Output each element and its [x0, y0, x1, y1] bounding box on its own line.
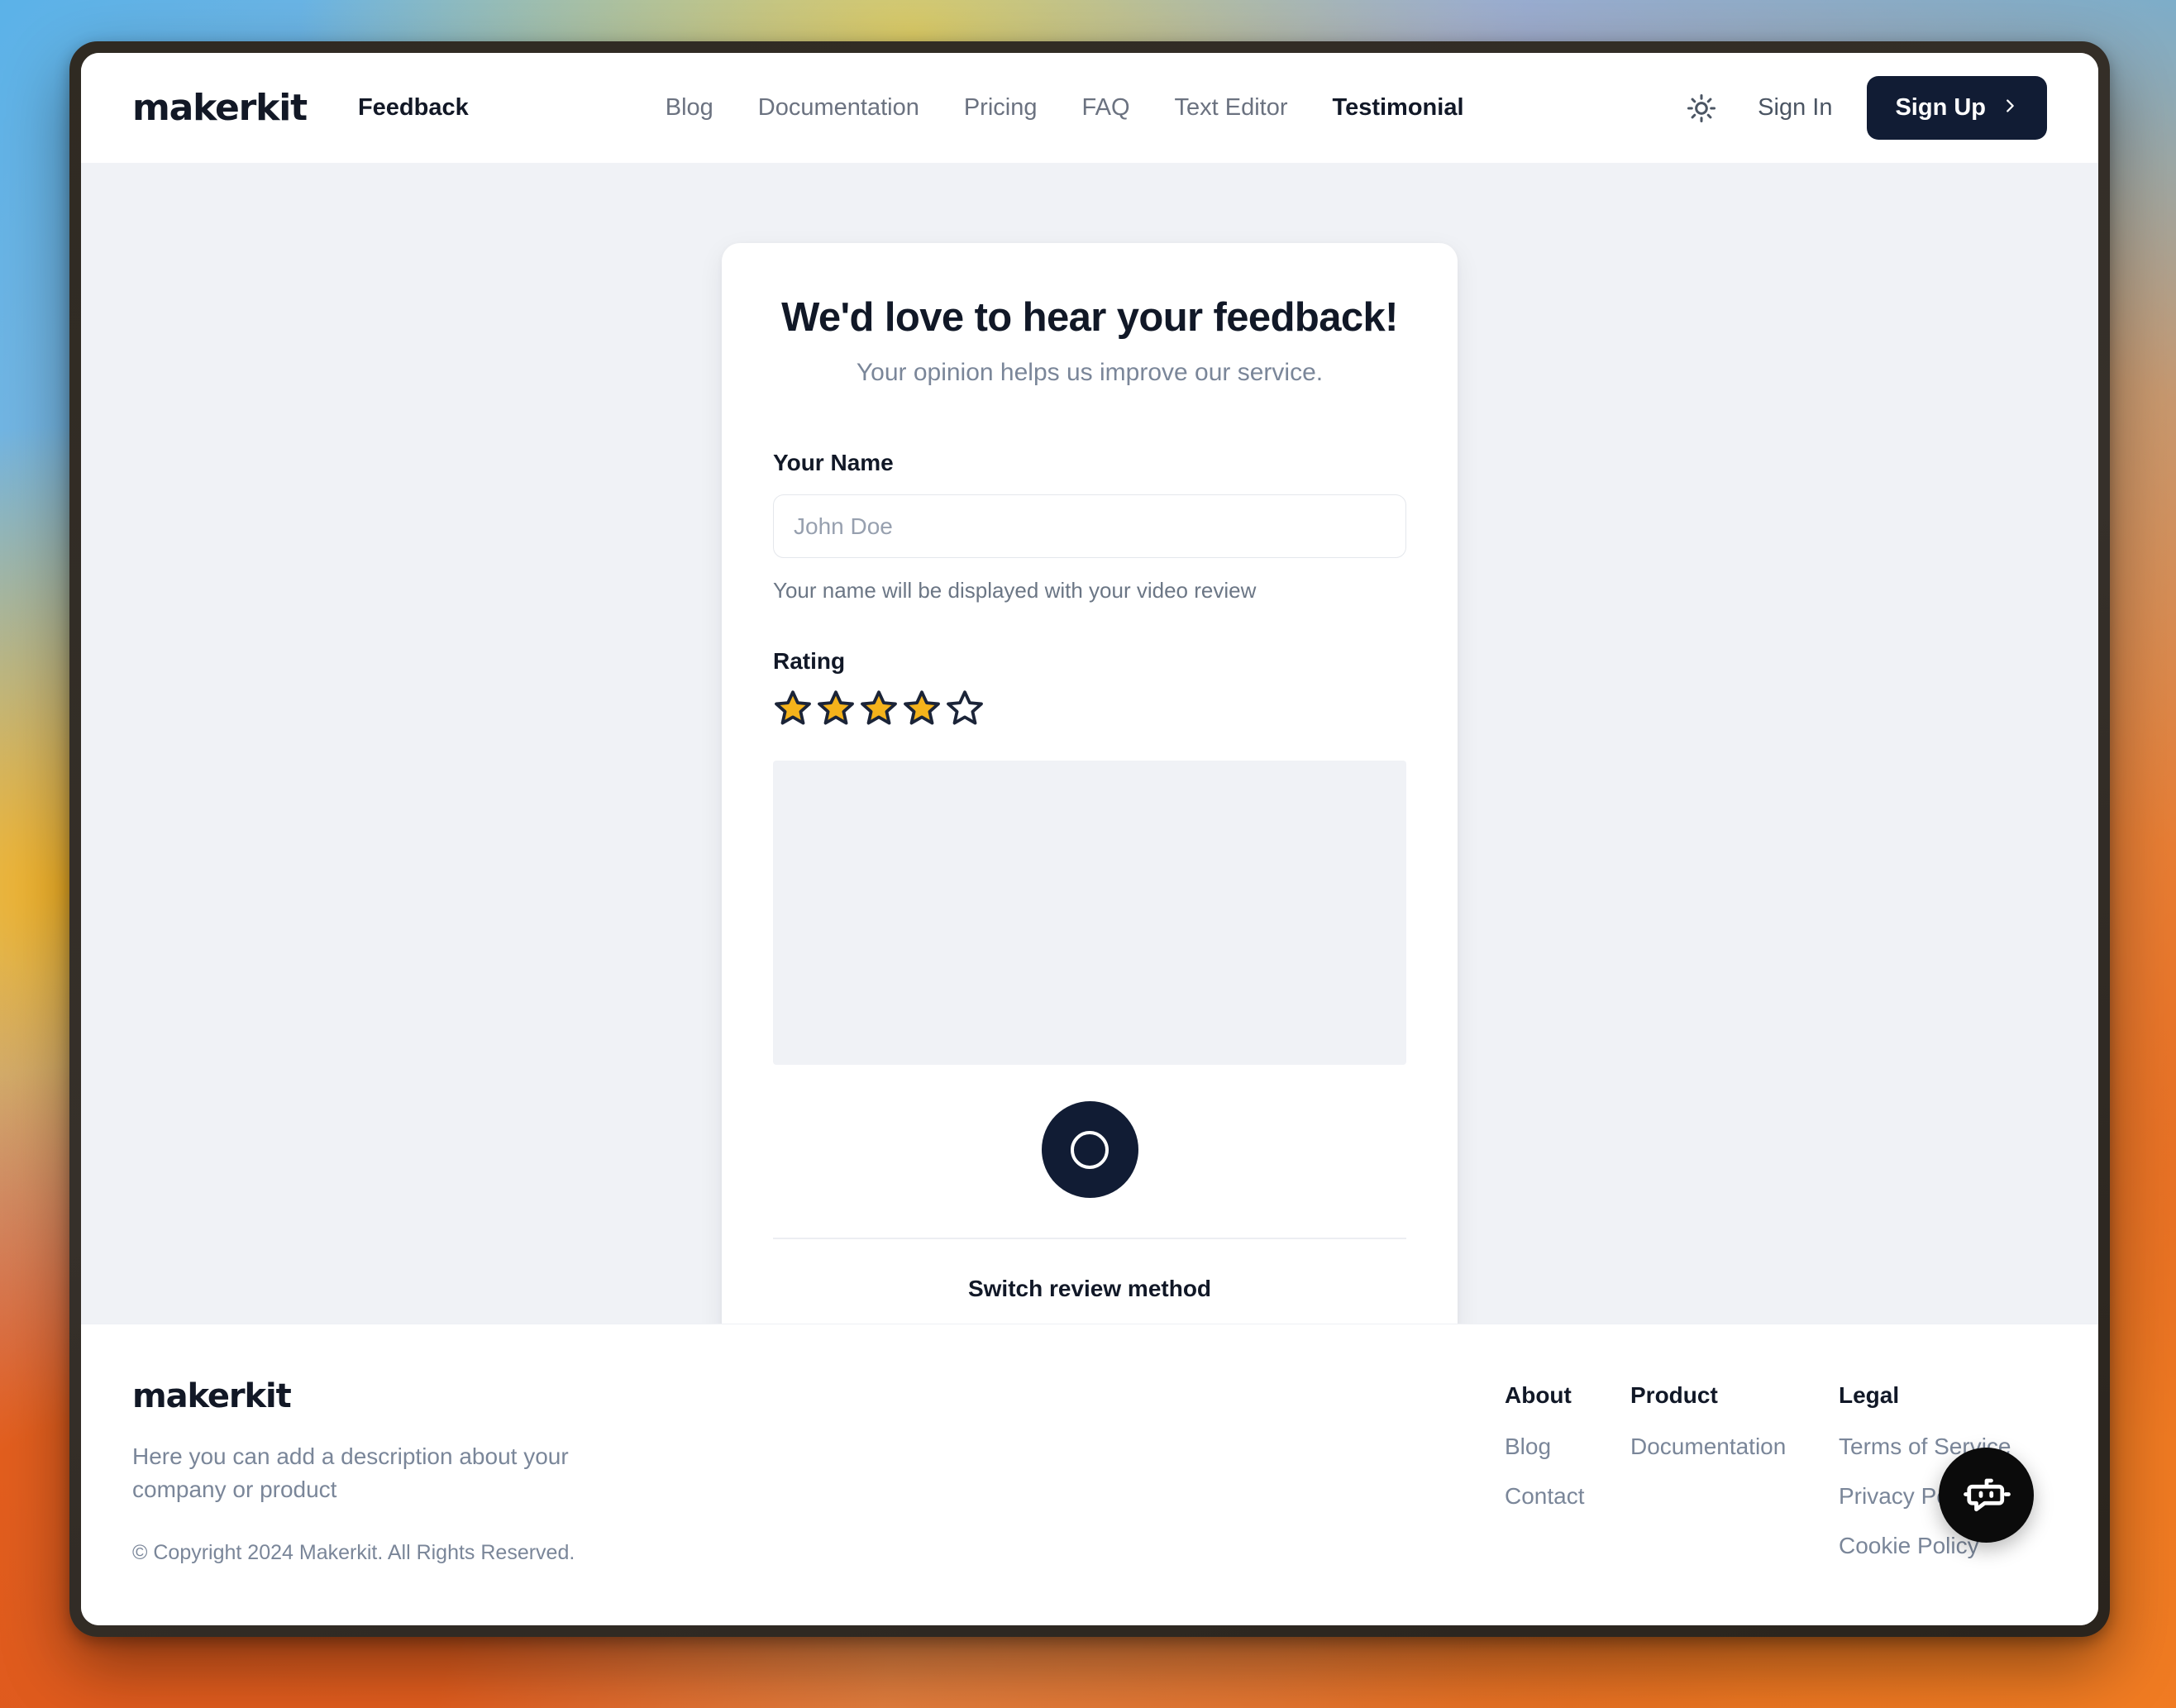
footer-link-cookie-policy[interactable]: Cookie Policy	[1839, 1533, 2047, 1559]
site-header: makerkit Feedback Blog Documentation Pri…	[81, 53, 2098, 163]
footer-column-title-about: About	[1505, 1382, 1630, 1409]
star-filled-icon[interactable]	[773, 688, 813, 728]
chat-bot-icon	[1962, 1469, 2011, 1521]
brand-logo[interactable]: makerkit	[132, 87, 307, 129]
footer-column-about: About Blog Contact	[1505, 1382, 1630, 1625]
footer-copyright: © Copyright 2024 Makerkit. All Rights Re…	[132, 1541, 711, 1565]
footer-column-title-product: Product	[1630, 1382, 1839, 1409]
rating-stars[interactable]	[773, 688, 1406, 728]
video-preview-area	[773, 761, 1406, 1065]
feedback-subtitle: Your opinion helps us improve our servic…	[773, 359, 1406, 387]
sign-in-link[interactable]: Sign In	[1758, 94, 1832, 122]
nav-link-pricing[interactable]: Pricing	[964, 94, 1038, 122]
main-navigation: Blog Documentation Pricing FAQ Text Edit…	[666, 94, 1464, 122]
nav-link-faq[interactable]: FAQ	[1082, 94, 1130, 122]
footer-column-product: Product Documentation	[1630, 1382, 1839, 1625]
sun-icon[interactable]	[1675, 82, 1728, 135]
page-title: Feedback	[358, 94, 469, 122]
desktop-wallpaper: makerkit Feedback Blog Documentation Pri…	[0, 0, 2176, 1708]
switch-review-method-button[interactable]: Switch review method	[773, 1276, 1406, 1302]
nav-link-documentation[interactable]: Documentation	[758, 94, 919, 122]
sign-up-label: Sign Up	[1895, 94, 1986, 122]
nav-link-testimonial[interactable]: Testimonial	[1333, 94, 1464, 122]
star-filled-icon[interactable]	[859, 688, 899, 728]
browser-window-frame: makerkit Feedback Blog Documentation Pri…	[69, 41, 2110, 1637]
feedback-title: We'd love to hear your feedback!	[773, 294, 1406, 341]
star-filled-icon[interactable]	[902, 688, 942, 728]
record-circle-icon	[1071, 1131, 1109, 1169]
record-controls	[773, 1101, 1406, 1198]
name-field-hint: Your name will be displayed with your vi…	[773, 578, 1406, 604]
star-filled-icon[interactable]	[816, 688, 856, 728]
nav-link-blog[interactable]: Blog	[666, 94, 713, 122]
footer-link-contact[interactable]: Contact	[1505, 1483, 1630, 1510]
main-content: We'd love to hear your feedback! Your op…	[81, 163, 2098, 1324]
footer-link-terms-of-service[interactable]: Terms of Service	[1839, 1434, 2047, 1460]
nav-link-text-editor[interactable]: Text Editor	[1175, 94, 1288, 122]
footer-brand-block: makerkit Here you can add a description …	[132, 1377, 711, 1625]
record-button[interactable]	[1042, 1101, 1138, 1198]
sign-up-button[interactable]: Sign Up	[1867, 76, 2047, 140]
name-input[interactable]	[773, 494, 1406, 558]
footer-link-documentation[interactable]: Documentation	[1630, 1434, 1839, 1460]
card-divider	[773, 1238, 1406, 1239]
site-footer: makerkit Here you can add a description …	[81, 1324, 2098, 1625]
header-actions: Sign In Sign Up	[1675, 76, 2047, 140]
feedback-card: We'd love to hear your feedback! Your op…	[722, 243, 1458, 1324]
chat-bot-fab-button[interactable]	[1939, 1448, 2034, 1543]
chevron-right-icon	[2001, 94, 2019, 122]
footer-description: Here you can add a description about you…	[132, 1440, 612, 1506]
star-empty-icon[interactable]	[945, 688, 985, 728]
footer-column-title-legal: Legal	[1839, 1382, 2047, 1409]
rating-label: Rating	[773, 648, 1406, 675]
name-field-label: Your Name	[773, 450, 1406, 476]
footer-logo[interactable]: makerkit	[132, 1377, 711, 1415]
browser-viewport: makerkit Feedback Blog Documentation Pri…	[81, 53, 2098, 1625]
footer-link-blog[interactable]: Blog	[1505, 1434, 1630, 1460]
